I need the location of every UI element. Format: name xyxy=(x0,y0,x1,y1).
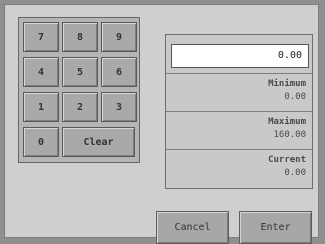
key-5[interactable]: 5 xyxy=(62,57,98,87)
cancel-button[interactable]: Cancel xyxy=(156,211,229,244)
key-6[interactable]: 6 xyxy=(101,57,137,87)
current-label: Current xyxy=(268,155,306,165)
entry-value-field[interactable]: 0.00 xyxy=(171,44,309,68)
key-9[interactable]: 9 xyxy=(101,22,137,52)
numeric-entry-dialog: 7 8 9 4 5 6 1 2 3 0 Clear 0.00 Minimum 0… xyxy=(4,4,319,244)
key-7[interactable]: 7 xyxy=(23,22,59,52)
enter-button[interactable]: Enter xyxy=(239,211,312,244)
numeric-keypad: 7 8 9 4 5 6 1 2 3 0 Clear xyxy=(18,17,140,163)
maximum-label: Maximum xyxy=(268,117,306,127)
current-value: 0.00 xyxy=(284,168,306,178)
key-1[interactable]: 1 xyxy=(23,92,59,122)
minimum-label: Minimum xyxy=(268,79,306,89)
key-4[interactable]: 4 xyxy=(23,57,59,87)
current-section: Current 0.00 xyxy=(166,149,312,185)
value-display-panel: 0.00 Minimum 0.00 Maximum 160.00 Current… xyxy=(165,34,313,189)
key-3[interactable]: 3 xyxy=(101,92,137,122)
maximum-section: Maximum 160.00 xyxy=(166,111,312,147)
key-0[interactable]: 0 xyxy=(23,127,59,157)
key-8[interactable]: 8 xyxy=(62,22,98,52)
minimum-value: 0.00 xyxy=(284,92,306,102)
maximum-value: 160.00 xyxy=(273,130,306,140)
minimum-section: Minimum 0.00 xyxy=(166,73,312,109)
clear-button[interactable]: Clear xyxy=(62,127,135,157)
key-2[interactable]: 2 xyxy=(62,92,98,122)
